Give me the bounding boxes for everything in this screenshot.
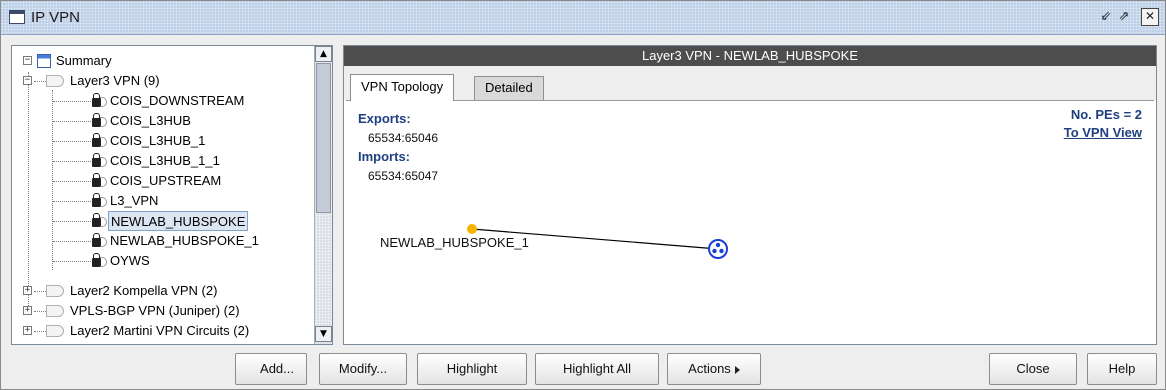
tree-item[interactable]: L3_VPN [110,191,158,211]
tree-group-layer3[interactable]: Layer3 VPN (9) [70,71,160,91]
title-bar[interactable]: IP VPN ⇙ ⇗ ✕ [1,1,1165,35]
highlight-button[interactable]: Highlight [417,353,527,385]
tree-connector [53,161,91,162]
tab-strip: VPN Topology Detailed [344,66,1156,101]
add-button[interactable]: Add... [235,353,307,385]
topology-view[interactable]: Exports: 65534:65046 Imports: 65534:6504… [346,100,1154,342]
tree-connector [34,331,46,332]
highlight-all-button[interactable]: Highlight All [535,353,659,385]
tree-connector [34,311,46,312]
vpn-group-icon [46,75,64,87]
help-button[interactable]: Help [1087,353,1157,385]
vpn-arc-icon [100,237,107,247]
spoke-node[interactable] [467,224,477,234]
vpn-arc-icon [100,197,107,207]
vpn-tree[interactable]: − Summary − Layer3 VPN (9) COIS_DOWNSTRE… [11,45,333,345]
scroll-down-icon[interactable]: ▼ [315,326,332,342]
maximize-icon[interactable]: ⇗ [1115,8,1133,26]
scroll-thumb[interactable] [316,63,331,213]
tree-root-summary[interactable]: Summary [56,51,112,71]
close-window-icon[interactable]: ✕ [1141,8,1159,26]
topology-graph [467,224,728,259]
modify-button[interactable]: Modify... [319,353,407,385]
tree-scrollbar[interactable]: ▲ ▼ [314,46,332,344]
tree-group-martini[interactable]: Layer2 Martini VPN Circuits (2) [70,321,249,341]
window-title: IP VPN [31,9,80,26]
tree-connector [28,72,29,312]
tree-connector [53,141,91,142]
expand-icon[interactable]: + [23,326,32,335]
tree-item[interactable]: COIS_L3HUB_1_1 [110,151,220,171]
tree-connector [34,291,46,292]
vpn-group-icon [46,325,64,337]
tree-connector [53,181,91,182]
tab-detailed[interactable]: Detailed [474,76,544,100]
tree-connector [53,121,91,122]
tree-item[interactable]: COIS_DOWNSTREAM [110,91,244,111]
vpn-arc-icon [100,97,107,107]
tree-connector [53,261,91,262]
vpn-group-icon [46,285,64,297]
collapse-icon[interactable]: − [23,56,32,65]
close-button[interactable]: Close [989,353,1077,385]
summary-icon [37,54,51,68]
expand-icon[interactable]: + [23,286,32,295]
tree-item[interactable]: OYWS [110,251,150,271]
collapse-icon[interactable]: − [23,76,32,85]
tree-item[interactable]: COIS_UPSTREAM [110,171,221,191]
vpn-arc-icon [100,257,107,267]
vpn-arc-icon [100,177,107,187]
actions-button[interactable]: Actions [667,353,761,385]
vpn-arc-icon [100,157,107,167]
tree-connector [53,101,91,102]
tree-connector [53,241,91,242]
tree-group-kompella[interactable]: Layer2 Kompella VPN (2) [70,281,217,301]
vpn-group-icon [46,305,64,317]
expand-icon[interactable]: + [23,306,32,315]
detail-header: Layer3 VPN - NEWLAB_HUBSPOKE [344,46,1156,66]
tree-group-vpls[interactable]: VPLS-BGP VPN (Juniper) (2) [70,301,240,321]
submenu-arrow-icon [734,365,740,374]
tree-connector [53,201,91,202]
tree-connector [53,221,91,222]
tree-item[interactable]: NEWLAB_HUBSPOKE_1 [110,231,259,251]
vpn-arc-icon [100,117,107,127]
spoke-node-label: NEWLAB_HUBSPOKE_1 [380,235,529,250]
window-icon [9,10,25,24]
tree-item[interactable]: COIS_L3HUB [110,111,191,131]
actions-label: Actions [688,361,731,376]
vpn-arc-icon [100,217,107,227]
tree-item[interactable]: COIS_L3HUB_1 [110,131,205,151]
vpn-detail-panel: Layer3 VPN - NEWLAB_HUBSPOKE VPN Topolog… [343,45,1157,345]
tab-vpn-topology[interactable]: VPN Topology [350,74,455,101]
tree-connector [52,90,53,270]
tree-connector [34,81,46,82]
restore-icon[interactable]: ⇙ [1097,8,1115,26]
scroll-up-icon[interactable]: ▲ [315,46,332,62]
ip-vpn-window: IP VPN ⇙ ⇗ ✕ − Summary − Layer3 VPN (9) … [0,0,1166,390]
vpn-arc-icon [100,137,107,147]
hub-node-icon[interactable] [708,239,728,259]
tree-item-selected[interactable]: NEWLAB_HUBSPOKE [108,211,249,231]
